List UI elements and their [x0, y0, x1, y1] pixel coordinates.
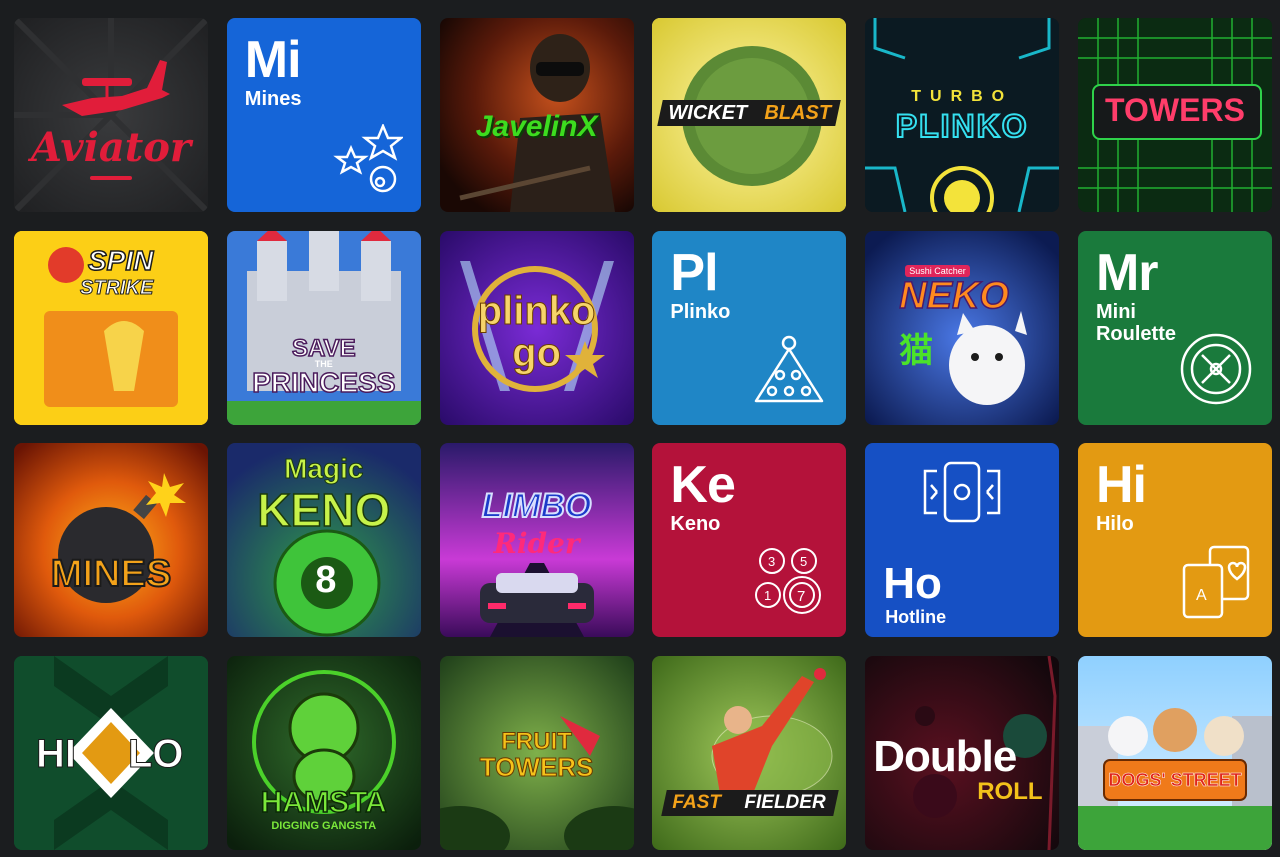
lo-text: LO	[128, 731, 185, 776]
game-tile-mines-fire[interactable]: MINES	[14, 443, 208, 637]
game-tile-towers[interactable]: TOWERS	[1077, 18, 1272, 212]
game-tile-hilo[interactable]: Hi Hilo A	[1077, 443, 1272, 637]
game-tile-hi-lo[interactable]: HI LO	[14, 655, 208, 850]
hi-text: HI	[36, 731, 77, 776]
keno-ball-number: 8	[315, 559, 337, 601]
cards-icon: A	[1182, 545, 1250, 619]
princess-text: PRINCESS	[251, 366, 396, 399]
plinko-go-text-a: plinko	[477, 288, 596, 333]
strike-text: STRIKE	[79, 276, 154, 299]
game-tile-dogs-street[interactable]: DOGS' STREET	[1077, 655, 1272, 850]
airplane-icon	[62, 60, 170, 116]
tile-abbreviation: Ho	[883, 559, 942, 608]
neko-glyph: 猫	[899, 330, 934, 371]
game-tile-fruit-towers[interactable]: FRUIT TOWERS	[439, 655, 634, 850]
mines-fire-logo: MINES	[50, 552, 172, 596]
fast-fielder-background	[652, 655, 847, 850]
game-tile-javelinx[interactable]: JavelinX	[439, 18, 634, 212]
plinko-go-text-b: go	[512, 330, 562, 375]
tile-abbreviation: Mr	[1095, 243, 1159, 302]
tile-game-name: Plinko	[670, 300, 731, 323]
keno-text: KENO	[257, 483, 391, 537]
roll-text: ROLL	[977, 777, 1043, 805]
blast-text: BLAST	[764, 102, 832, 124]
keno-ball-5: 5	[800, 554, 807, 569]
tile-abbreviation: Mi	[244, 31, 302, 89]
double-text: Double	[873, 731, 1017, 781]
javelinx-logo: JavelinX	[475, 110, 598, 143]
keno-ball-1: 1	[764, 588, 771, 603]
roulette-wheel-icon	[1180, 333, 1252, 404]
stars-bomb-icon	[333, 124, 403, 193]
game-tile-keno[interactable]: Ke Keno 3 5 1 7	[652, 443, 847, 637]
game-tile-hamsta[interactable]: HAMSTA DIGGING GANGSTA	[226, 655, 421, 850]
aviator-logo: Aviator	[31, 124, 191, 171]
tile-game-name: Hilo	[1095, 513, 1134, 535]
keno-ball-7: 7	[797, 588, 805, 605]
towers-text: TOWERS	[479, 751, 594, 782]
pyramid-balls-icon	[755, 335, 824, 402]
tile-abbreviation: Pl	[670, 243, 718, 302]
hamsta-subtitle: DIGGING GANGSTA	[271, 819, 377, 832]
dogs-street-background	[1077, 655, 1272, 850]
keno-balls-icon: 3 5 1 7	[755, 548, 822, 614]
turbo-text: TURBO	[911, 88, 1014, 105]
game-tile-limbo-rider[interactable]: LIMBO Rider	[439, 443, 634, 637]
game-tile-double-roll[interactable]: Double ROLL	[865, 655, 1060, 850]
keno-ball-3: 3	[768, 554, 775, 569]
tile-abbreviation: Ke	[670, 456, 735, 514]
game-tile-spin-strike[interactable]: SPIN STRIKE	[14, 230, 208, 425]
hotline-icon	[923, 461, 1001, 523]
dogs-street-logo: DOGS' STREET	[1108, 769, 1242, 790]
plinko-text: PLINKO	[895, 107, 1029, 145]
tile-game-name: Keno	[670, 513, 721, 535]
games-grid: Aviator Mi Mines JavelinX WICKET BLAST T…	[14, 18, 1272, 850]
game-tile-plinko-go[interactable]: plinko go	[439, 230, 634, 425]
card-letter: A	[1196, 587, 1207, 604]
game-tile-wicket-blast[interactable]: WICKET BLAST	[652, 18, 847, 212]
magic-text: Magic	[284, 453, 364, 485]
tile-game-name: Hotline	[885, 607, 947, 627]
fielder-text: FIELDER	[744, 791, 826, 813]
fire-background	[14, 443, 208, 637]
game-tile-plinko[interactable]: Pl Plinko	[652, 230, 847, 425]
neko-background	[865, 230, 1060, 425]
tile-abbreviation: Hi	[1095, 456, 1147, 514]
game-tile-mines[interactable]: Mi Mines	[226, 18, 421, 212]
game-tile-aviator[interactable]: Aviator	[14, 18, 208, 212]
game-tile-save-the-princess[interactable]: SAVE THE PRINCESS	[226, 230, 421, 425]
game-tile-mini-roulette[interactable]: Mr Mini Roulette	[1077, 230, 1272, 425]
game-tile-neko[interactable]: Sushi Catcher NEKO 猫	[865, 230, 1060, 425]
game-tile-hotline[interactable]: Ho Hotline	[865, 443, 1060, 637]
neko-title: NEKO	[898, 274, 1009, 318]
wicket-text: WICKET	[668, 102, 748, 124]
game-tile-magic-keno[interactable]: Magic KENO 8	[226, 443, 421, 637]
spin-text: SPIN	[87, 244, 154, 277]
towers-logo: TOWERS	[1105, 92, 1245, 128]
hamsta-title: HAMSTA	[260, 785, 388, 820]
game-tile-fast-fielder[interactable]: FAST FIELDER	[652, 655, 847, 850]
rider-text: Rider	[493, 527, 580, 560]
tile-game-name: Mines	[244, 88, 302, 110]
game-tile-turbo-plinko[interactable]: TURBO PLINKO	[865, 18, 1060, 212]
logo-underline	[90, 176, 132, 180]
limbo-text: LIMBO	[481, 486, 593, 526]
fast-text: FAST	[672, 791, 721, 813]
